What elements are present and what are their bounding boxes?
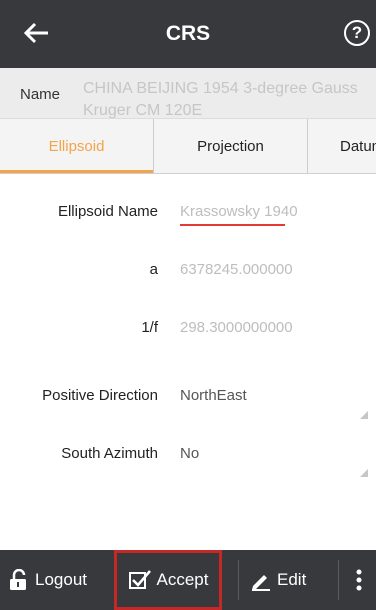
more-vertical-icon[interactable] <box>346 550 376 610</box>
pencil-icon <box>252 575 270 591</box>
name-label: Name <box>20 86 61 103</box>
positive-direction-select[interactable]: NorthEast <box>180 387 247 404</box>
inverse-flattening-label: 1/f <box>141 319 158 336</box>
help-icon[interactable]: ? <box>344 20 370 46</box>
tab-bar: Ellipsoid Projection Datum <box>0 118 376 174</box>
toolbar-divider <box>338 560 339 600</box>
toolbar-divider <box>238 560 239 600</box>
page-title: CRS <box>165 22 211 45</box>
south-azimuth-row[interactable]: South Azimuth No <box>0 427 376 483</box>
unlock-icon <box>10 569 26 590</box>
logout-button[interactable]: Logout <box>8 550 116 610</box>
south-azimuth-label: South Azimuth <box>61 445 158 462</box>
a-row: a 6378245.000000 <box>0 243 376 299</box>
inverse-flattening-value: 298.3000000000 <box>180 319 293 336</box>
accept-button[interactable]: Accept <box>114 550 222 610</box>
logout-label: Logout <box>35 570 87 589</box>
a-label: a <box>149 261 158 278</box>
ellipsoid-name-value: Krassowsky 1940 <box>180 203 298 220</box>
dropdown-corner-icon <box>360 411 368 419</box>
ellipsoid-form: Ellipsoid Name Krassowsky 1940 a 6378245… <box>0 175 376 550</box>
positive-direction-row[interactable]: Positive Direction NorthEast <box>0 369 376 425</box>
spellcheck-underline <box>180 224 285 226</box>
ellipsoid-name-label: Ellipsoid Name <box>57 203 158 220</box>
south-azimuth-select[interactable]: No <box>180 445 199 462</box>
edit-label: Edit <box>277 570 307 589</box>
checkbox-check-icon <box>128 570 151 589</box>
inverse-flattening-row: 1/f 298.3000000000 <box>0 301 376 357</box>
a-value: 6378245.000000 <box>180 261 293 278</box>
positive-direction-label: Positive Direction <box>42 387 158 404</box>
tab-datum[interactable]: Datum <box>308 119 376 173</box>
bottom-toolbar: Logout Accept Edit <box>0 550 376 610</box>
accept-label: Accept <box>156 570 209 589</box>
tab-projection[interactable]: Projection <box>153 119 308 173</box>
app-bar: CRS ? <box>0 0 376 68</box>
name-value: CHINA BEIJING 1954 3-degree Gauss Kruger… <box>83 80 358 118</box>
ellipsoid-name-row: Ellipsoid Name Krassowsky 1940 <box>0 185 376 241</box>
dropdown-corner-icon <box>360 469 368 477</box>
tab-ellipsoid[interactable]: Ellipsoid <box>0 119 153 173</box>
name-row: Name CHINA BEIJING 1954 3-degree Gauss K… <box>0 68 376 118</box>
edit-button[interactable]: Edit <box>250 550 340 610</box>
